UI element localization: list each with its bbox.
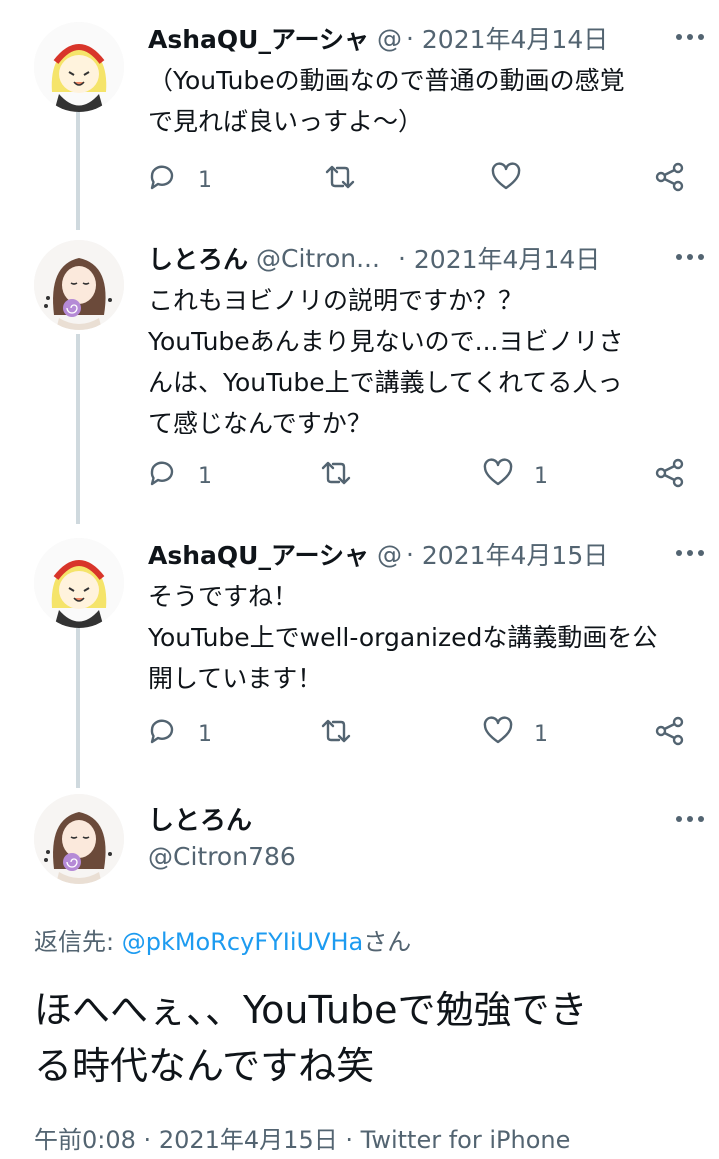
action-bar: 1 [146, 160, 692, 200]
tweet-text: これもヨビノリの説明ですか？？ YouTubeあんまり見ないので...ヨビノリさ… [148, 286, 624, 438]
share-icon [654, 161, 686, 199]
more-icon[interactable] [673, 242, 707, 272]
reply-to-prefix: 返信先: [34, 928, 122, 956]
avatar-citron-image [34, 794, 124, 884]
separator: · [405, 23, 414, 53]
tweet-text: （YouTubeの動画なので普通の動画の感覚 で見れば良いっすよ〜） [148, 66, 625, 136]
reply-icon [146, 161, 178, 199]
avatar-asha-image [34, 22, 124, 112]
reply-icon [146, 457, 178, 495]
avatar[interactable] [34, 794, 124, 884]
reply-button[interactable]: 1 [146, 714, 212, 754]
display-name[interactable]: しとろん [148, 800, 252, 837]
reply-icon [146, 715, 178, 753]
separator: · [143, 1126, 152, 1154]
like-button[interactable]: 1 [482, 714, 548, 754]
tweet-header: しとろん @Citron... · 2021年4月14日 [148, 238, 695, 278]
handle[interactable]: @ [377, 24, 402, 53]
retweet-icon [320, 715, 352, 753]
retweet-button[interactable] [324, 160, 356, 200]
reply-count: 1 [198, 721, 212, 747]
reply-to-suffix: さん [363, 928, 412, 956]
like-count: 1 [534, 721, 548, 747]
avatar[interactable] [34, 538, 124, 628]
retweet-icon [324, 161, 356, 199]
more-icon[interactable] [673, 22, 707, 52]
tweet-header: AshaQU_アーシャ @ · 2021年4月14日 [148, 18, 695, 58]
avatar-citron-image [34, 240, 124, 330]
more-icon[interactable] [673, 538, 707, 568]
reply-count: 1 [198, 167, 212, 193]
action-bar: 1 1 [146, 714, 692, 754]
display-name[interactable]: AshaQU_アーシャ [148, 536, 369, 572]
tweet[interactable]: AshaQU_アーシャ @ · 2021年4月14日 （YouTubeの動画なの… [0, 18, 719, 218]
display-name[interactable]: しとろん [148, 240, 248, 276]
handle[interactable]: @Citron786 [148, 842, 296, 871]
avatar-asha-image [34, 538, 124, 628]
like-icon [490, 161, 522, 199]
main-tweet-text: ほへへぇ、、YouTubeで勉強でき る時代なんですね笑 [34, 988, 588, 1088]
reply-count: 1 [198, 463, 212, 489]
like-button[interactable]: 1 [482, 456, 548, 496]
reply-to: 返信先: @pkMoRcyFYIiUVHaさん [34, 922, 411, 957]
tweet-time[interactable]: 午前0:08 [34, 1126, 136, 1154]
timestamp[interactable]: 2021年4月14日 [414, 240, 600, 276]
timestamp[interactable]: 2021年4月15日 [422, 536, 608, 572]
action-bar: 1 1 [146, 456, 692, 496]
timestamp[interactable]: 2021年4月14日 [422, 20, 608, 56]
avatar[interactable] [34, 22, 124, 112]
tweet-header: AshaQU_アーシャ @ · 2021年4月15日 [148, 534, 695, 574]
like-icon [482, 715, 514, 753]
tweet-text: そうですね！ YouTube上でwell-organizedな講義動画を公 開し… [148, 582, 658, 693]
tweet-meta: 午前0:08 · 2021年4月15日 · Twitter for iPhone [34, 1120, 570, 1155]
handle[interactable]: @ [377, 540, 402, 569]
share-button[interactable] [654, 456, 686, 496]
share-button[interactable] [654, 160, 686, 200]
tweet-date[interactable]: 2021年4月15日 [159, 1126, 338, 1154]
retweet-button[interactable] [320, 714, 352, 754]
share-icon [654, 715, 686, 753]
share-icon [654, 457, 686, 495]
like-count: 1 [534, 463, 548, 489]
display-name[interactable]: AshaQU_アーシャ [148, 20, 369, 56]
like-button[interactable] [490, 160, 542, 200]
handle[interactable]: @Citron... [256, 244, 380, 273]
reply-to-user-link[interactable]: @pkMoRcyFYIiUVHa [122, 928, 364, 956]
main-tweet: しとろん @Citron786 [0, 794, 719, 1159]
tweet-source[interactable]: Twitter for iPhone [361, 1126, 571, 1154]
reply-button[interactable]: 1 [146, 456, 212, 496]
share-button[interactable] [654, 714, 686, 754]
more-icon[interactable] [673, 804, 707, 834]
retweet-button[interactable] [320, 456, 352, 496]
separator: · [405, 539, 414, 569]
separator: · [345, 1126, 353, 1154]
tweet[interactable]: AshaQU_アーシャ @ · 2021年4月15日 そうですね！ YouTub… [0, 534, 719, 774]
separator: · [397, 243, 406, 273]
avatar[interactable] [34, 240, 124, 330]
reply-button[interactable]: 1 [146, 160, 212, 200]
tweet[interactable]: しとろん @Citron... · 2021年4月14日 これもヨビノリの説明で… [0, 238, 719, 518]
like-icon [482, 457, 514, 495]
retweet-icon [320, 457, 352, 495]
